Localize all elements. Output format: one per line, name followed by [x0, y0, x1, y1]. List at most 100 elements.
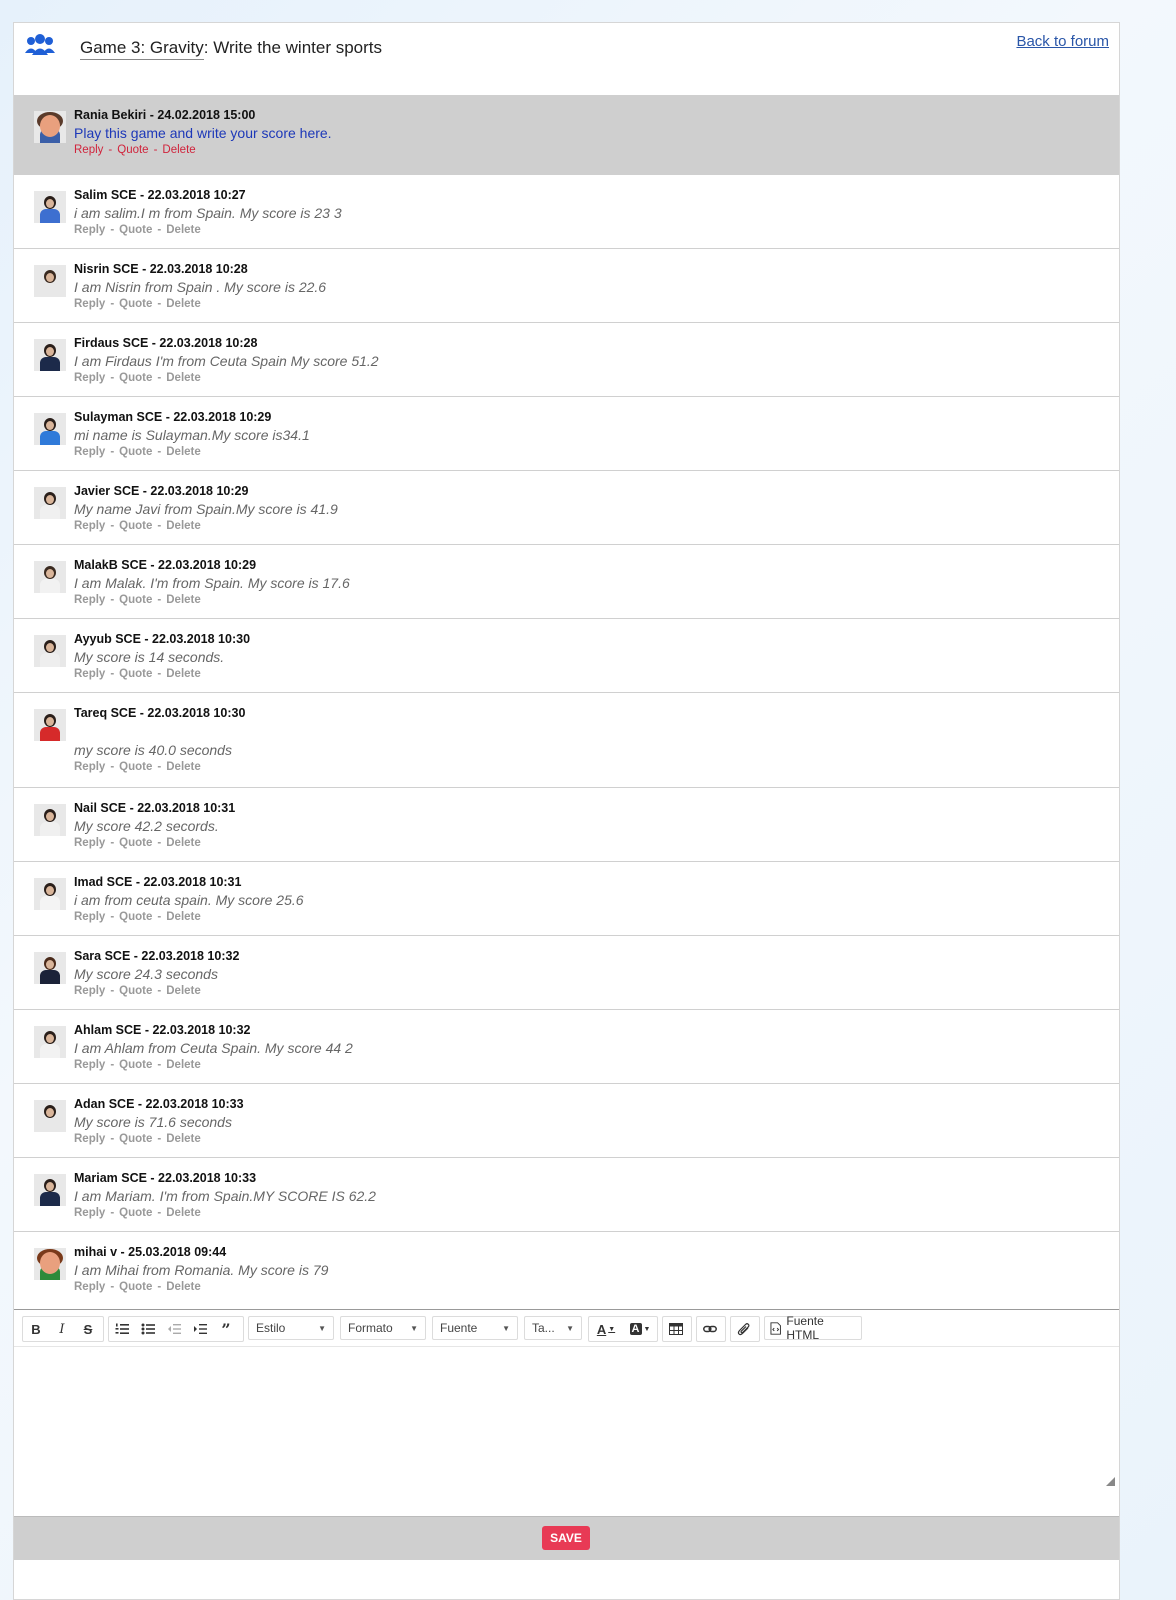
delete-link[interactable]: Delete [162, 144, 195, 156]
attach-button[interactable] [730, 1316, 760, 1342]
indent-icon[interactable] [187, 1318, 213, 1340]
reply-link[interactable]: Reply [74, 761, 105, 773]
strikethrough-button[interactable]: S [75, 1318, 101, 1340]
back-to-forum-link[interactable]: Back to forum [1016, 33, 1109, 50]
reply-link[interactable]: Reply [74, 1207, 105, 1219]
action-separator: - [110, 594, 115, 606]
color-group: A ▼ A ▼ [588, 1316, 658, 1342]
html-source-button[interactable]: Fuente HTML [764, 1314, 862, 1342]
page-title-game: Game 3: Gravity [80, 38, 204, 60]
basic-styles-group: B I S [22, 1316, 104, 1342]
delete-link[interactable]: Delete [166, 985, 201, 997]
reply-editor: B I S ” Estilo ▼ Formato ▼ Fuente ▼ Ta..… [14, 1309, 1119, 1490]
delete-link[interactable]: Delete [166, 520, 201, 532]
quote-link[interactable]: Quote [119, 1281, 152, 1293]
reply-link[interactable]: Reply [74, 985, 105, 997]
delete-link[interactable]: Delete [166, 761, 201, 773]
outdent-icon[interactable] [161, 1318, 187, 1340]
avatar [34, 878, 66, 910]
bg-color-letter: A [629, 1323, 642, 1335]
quote-link[interactable]: Quote [119, 761, 152, 773]
delete-link[interactable]: Delete [166, 837, 201, 849]
avatar [34, 1026, 66, 1058]
quote-link[interactable]: Quote [119, 224, 152, 236]
quote-link[interactable]: Quote [119, 985, 152, 997]
reply-link[interactable]: Reply [74, 520, 105, 532]
link-button[interactable] [696, 1316, 726, 1342]
forum-post: Tareq SCE - 22.03.2018 10:30 my score is … [14, 693, 1119, 788]
reply-link[interactable]: Reply [74, 1059, 105, 1071]
post-message: Play this game and write your score here… [74, 125, 332, 141]
font-dropdown-label: Fuente [440, 1321, 478, 1335]
quote-link[interactable]: Quote [119, 372, 152, 384]
delete-link[interactable]: Delete [166, 594, 201, 606]
quote-link[interactable]: Quote [119, 520, 152, 532]
post-body: Nail SCE - 22.03.2018 10:31 My score 42.2… [74, 801, 235, 849]
post-author-date: Firdaus SCE - 22.03.2018 10:28 [74, 336, 258, 350]
paperclip-icon [731, 1318, 757, 1340]
delete-link[interactable]: Delete [166, 224, 201, 236]
reply-link[interactable]: Reply [74, 668, 105, 680]
font-dropdown[interactable]: Fuente ▼ [432, 1316, 518, 1340]
delete-link[interactable]: Delete [166, 1207, 201, 1219]
action-separator: - [157, 985, 162, 997]
resize-handle-icon[interactable] [1106, 1477, 1115, 1486]
action-separator: - [108, 144, 113, 156]
delete-link[interactable]: Delete [166, 372, 201, 384]
delete-link[interactable]: Delete [166, 446, 201, 458]
quote-link[interactable]: Quote [119, 446, 152, 458]
table-button[interactable] [662, 1316, 692, 1342]
post-body: Sulayman SCE - 22.03.2018 10:29 mi name i… [74, 410, 310, 458]
reply-link[interactable]: Reply [74, 298, 105, 310]
delete-link[interactable]: Delete [166, 1133, 201, 1145]
reply-link[interactable]: Reply [74, 1133, 105, 1145]
numbered-list-icon[interactable] [109, 1318, 135, 1340]
action-separator: - [157, 911, 162, 923]
reply-link[interactable]: Reply [74, 224, 105, 236]
style-dropdown[interactable]: Estilo ▼ [248, 1316, 334, 1340]
delete-link[interactable]: Delete [166, 1281, 201, 1293]
post-author-date: Mariam SCE - 22.03.2018 10:33 [74, 1171, 257, 1185]
delete-link[interactable]: Delete [166, 298, 201, 310]
background-color-button[interactable]: A ▼ [623, 1318, 657, 1340]
quote-link[interactable]: Quote [119, 1207, 152, 1219]
reply-link[interactable]: Reply [74, 594, 105, 606]
blockquote-icon[interactable]: ” [213, 1318, 239, 1340]
post-actions: Reply - Quote - Delete [74, 298, 326, 310]
reply-link[interactable]: Reply [74, 1281, 105, 1293]
quote-link[interactable]: Quote [119, 298, 152, 310]
quote-link[interactable]: Quote [119, 1133, 152, 1145]
post-actions: Reply - Quote - Delete [74, 1133, 244, 1145]
forum-post: Adan SCE - 22.03.2018 10:33 My score is 7… [14, 1084, 1119, 1158]
action-separator: - [157, 668, 162, 680]
delete-link[interactable]: Delete [166, 911, 201, 923]
quote-link[interactable]: Quote [119, 1059, 152, 1071]
reply-link[interactable]: Reply [74, 144, 103, 156]
quote-link[interactable]: Quote [117, 144, 148, 156]
quote-link[interactable]: Quote [119, 594, 152, 606]
bulleted-list-icon[interactable] [135, 1318, 161, 1340]
delete-link[interactable]: Delete [166, 1059, 201, 1071]
post-message: i am salim.I m from Spain. My score is 2… [74, 205, 342, 221]
quote-link[interactable]: Quote [119, 911, 152, 923]
delete-link[interactable]: Delete [166, 668, 201, 680]
reply-link[interactable]: Reply [74, 837, 105, 849]
text-color-button[interactable]: A ▼ [589, 1318, 623, 1340]
size-dropdown[interactable]: Ta... ▼ [524, 1316, 582, 1340]
reply-link[interactable]: Reply [74, 446, 105, 458]
chevron-down-icon: ▼ [410, 1323, 418, 1333]
quote-link[interactable]: Quote [119, 668, 152, 680]
quote-link[interactable]: Quote [119, 837, 152, 849]
post-actions: Reply - Quote - Delete [74, 1059, 353, 1071]
save-button[interactable]: SAVE [542, 1526, 590, 1550]
post-body: Nisrin SCE - 22.03.2018 10:28 I am Nisrin… [74, 262, 326, 310]
post-author-date: Adan SCE - 22.03.2018 10:33 [74, 1097, 244, 1111]
reply-link[interactable]: Reply [74, 911, 105, 923]
post-body: Sara SCE - 22.03.2018 10:32 My score 24.3… [74, 949, 239, 997]
post-body: Tareq SCE - 22.03.2018 10:30 my score is … [74, 706, 245, 773]
reply-link[interactable]: Reply [74, 372, 105, 384]
bold-button[interactable]: B [23, 1318, 49, 1340]
format-dropdown[interactable]: Formato ▼ [340, 1316, 426, 1340]
italic-button[interactable]: I [49, 1318, 75, 1340]
reply-text-area[interactable] [14, 1347, 1119, 1490]
